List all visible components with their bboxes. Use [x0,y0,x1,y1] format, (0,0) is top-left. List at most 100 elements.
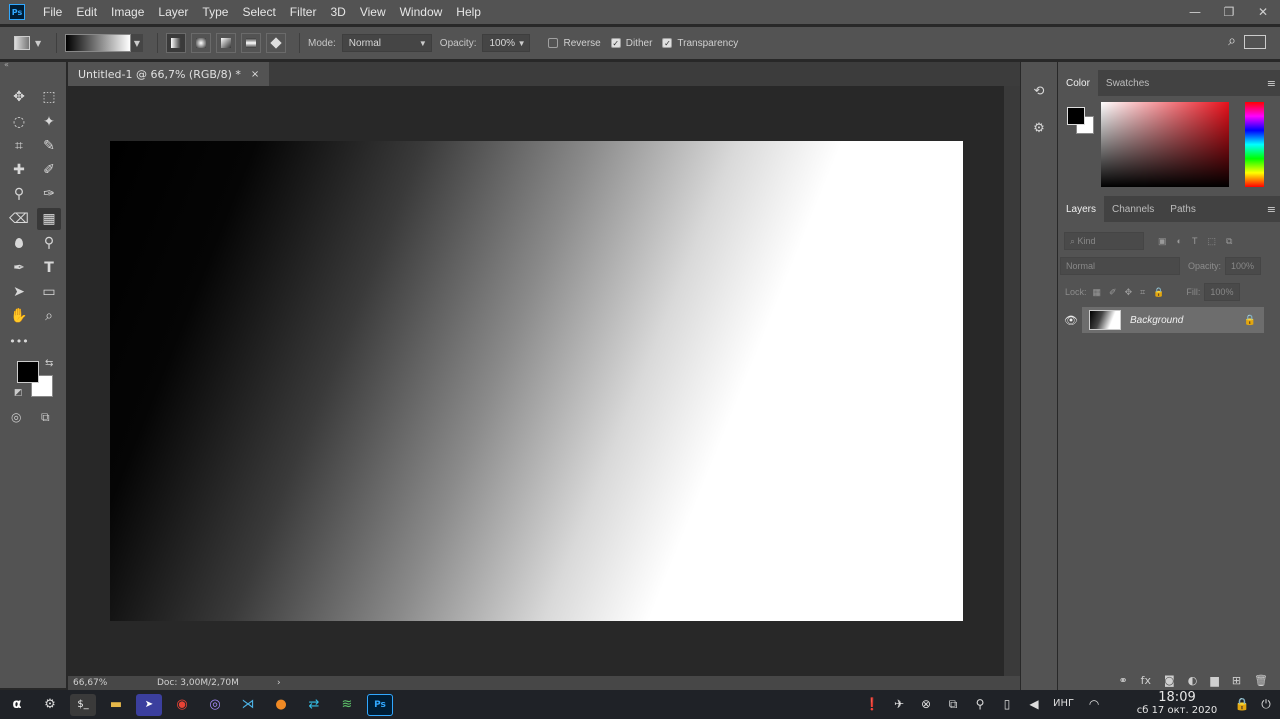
location-icon[interactable]: ⚲ [970,694,990,714]
type-tool[interactable]: T [37,257,61,279]
reverse-checkbox-box[interactable] [548,38,559,48]
quick-mask-icon[interactable]: ◎ [11,410,21,424]
filter-pixel-icon[interactable]: ▣ [1158,236,1167,247]
menu-help[interactable]: Help [456,5,481,19]
cursor-app-icon[interactable]: ➤ [136,693,162,716]
opacity-input[interactable]: 100% ▼ [482,34,531,52]
diamond-gradient-button[interactable] [266,33,286,53]
magic-wand-tool[interactable]: ✦ [37,111,61,133]
gradient-picker-preview[interactable] [65,34,131,52]
delete-layer-icon[interactable]: 🗑 [1254,674,1268,687]
zoom-tool[interactable]: ⌕ [37,305,61,327]
angle-gradient-button[interactable] [216,33,236,53]
reverse-checkbox[interactable]: Reverse [548,38,601,49]
vscode-icon[interactable]: ⋊ [235,694,261,716]
add-mask-icon[interactable]: ◙ [1164,674,1175,687]
tab-swatches[interactable]: Swatches [1098,70,1157,96]
menu-view[interactable]: View [360,5,386,19]
color-saturation-field[interactable] [1101,102,1229,187]
workspace-switcher-icon[interactable] [1244,35,1266,49]
lock-artboard-icon[interactable]: ⌗ [1140,287,1145,298]
swap-colors-icon[interactable]: ⇆ [45,358,53,369]
filter-smart-object-icon[interactable]: ⧉ [1226,236,1232,247]
document-tab[interactable]: Untitled-1 @ 66,7% (RGB/8) * × [68,62,270,86]
gradient-tool[interactable]: ▦ [37,208,61,230]
transparency-checkbox[interactable]: ✓ Transparency [662,38,738,49]
volume-icon[interactable]: ◀ [1024,694,1044,714]
transparency-checkbox-box[interactable]: ✓ [662,38,673,48]
transfer-app-icon[interactable]: ⇄ [301,694,327,716]
lock-pixels-icon[interactable]: ✐ [1109,287,1117,298]
filter-shape-icon[interactable]: ⬚ [1207,236,1216,247]
keyboard-layout[interactable]: ИНГ [1053,698,1074,714]
search-icon[interactable]: ⌕ [1228,33,1236,49]
blur-tool[interactable] [7,232,31,254]
dither-checkbox[interactable]: ✓ Dither [610,38,652,49]
close-button[interactable]: ✕ [1246,0,1280,24]
screen-mode-icon[interactable]: ⧉ [41,410,50,425]
tab-channels[interactable]: Channels [1104,196,1162,222]
visibility-eye-icon[interactable]: 👁 [1060,307,1082,333]
hue-slider[interactable] [1245,102,1264,187]
menu-3d[interactable]: 3D [330,5,345,19]
blend-mode-select[interactable]: Normal [1060,257,1180,275]
linear-gradient-button[interactable] [166,33,186,53]
layer-name[interactable]: Background [1130,315,1183,326]
wifi-icon[interactable]: ◠ [1084,694,1104,714]
layers-app-icon[interactable]: ≋ [334,694,360,716]
firefox-icon[interactable]: ● [268,694,294,716]
telegram-icon[interactable]: ✈ [889,694,909,714]
tab-paths[interactable]: Paths [1162,196,1204,222]
gradient-picker-dropdown[interactable]: ▼ [131,34,143,52]
link-layers-icon[interactable]: ⚭ [1118,674,1127,687]
pen-tool[interactable]: ✒ [7,257,31,279]
start-menu-icon[interactable]: α [4,694,30,716]
menu-type[interactable]: Type [202,5,228,19]
new-group-icon[interactable]: ▆ [1210,674,1218,687]
files-icon[interactable]: ▬ [103,694,129,716]
clipboard-icon[interactable]: ⧉ [943,694,963,714]
power-icon[interactable]: ⏻ [1256,694,1276,714]
layer-filter-select[interactable]: ⌕ Kind [1064,232,1144,250]
color-panel-menu-icon[interactable]: ≡ [1267,77,1276,90]
notification-icon[interactable]: ❗ [862,694,882,714]
crop-tool[interactable]: ⌗ [7,135,31,157]
layer-opacity-input[interactable]: 100% [1225,257,1262,275]
layer-row[interactable]: 👁 Background 🔒 [1060,307,1264,333]
menu-select[interactable]: Select [242,5,275,19]
clock[interactable]: 18:09 сб 17 окт. 2020 [1130,690,1224,719]
rectangle-tool[interactable]: ▭ [37,281,61,303]
reflected-gradient-button[interactable] [241,33,261,53]
move-tool[interactable]: ✥ [7,86,31,108]
filter-adjustment-icon[interactable]: ◐ [1177,236,1182,246]
properties-panel-icon[interactable]: ⚙ [1029,118,1049,138]
healing-brush-tool[interactable]: ✚ [7,159,31,181]
tab-color[interactable]: Color [1058,70,1098,96]
more-tools[interactable]: ••• [7,330,31,352]
lock-transparent-icon[interactable]: ▦ [1093,287,1102,298]
layer-lock-icon[interactable]: 🔒 [1244,315,1256,326]
zoom-level[interactable]: 66,67% [73,678,157,688]
minimize-button[interactable]: — [1178,0,1212,24]
menu-window[interactable]: Window [400,5,443,19]
collapse-toolbar-icon[interactable]: « [4,60,9,69]
filter-type-icon[interactable]: T [1192,236,1198,246]
status-menu-arrow-icon[interactable]: › [277,678,281,688]
history-panel-icon[interactable]: ⟲ [1029,81,1049,101]
xorg-icon[interactable]: ⊗ [916,694,936,714]
terminal-icon[interactable]: $_ [70,693,96,716]
foreground-color-swatch[interactable] [17,361,39,383]
dodge-tool[interactable]: ⚲ [37,232,61,254]
eraser-tool[interactable]: ⌫ [7,208,31,230]
restore-button[interactable]: ❐ [1212,0,1246,24]
history-brush-tool[interactable]: ✑ [37,183,61,205]
fill-input[interactable]: 100% [1204,283,1241,301]
menu-edit[interactable]: Edit [76,5,97,19]
path-selection-tool[interactable]: ➤ [7,281,31,303]
menu-image[interactable]: Image [111,5,144,19]
settings-icon[interactable]: ⚙ [37,694,63,716]
lock-screen-icon[interactable]: 🔒 [1232,694,1252,714]
photoshop-taskbar-icon[interactable]: Ps [367,693,393,716]
battery-icon[interactable]: ▯ [997,694,1017,714]
close-tab-icon[interactable]: × [251,69,259,80]
